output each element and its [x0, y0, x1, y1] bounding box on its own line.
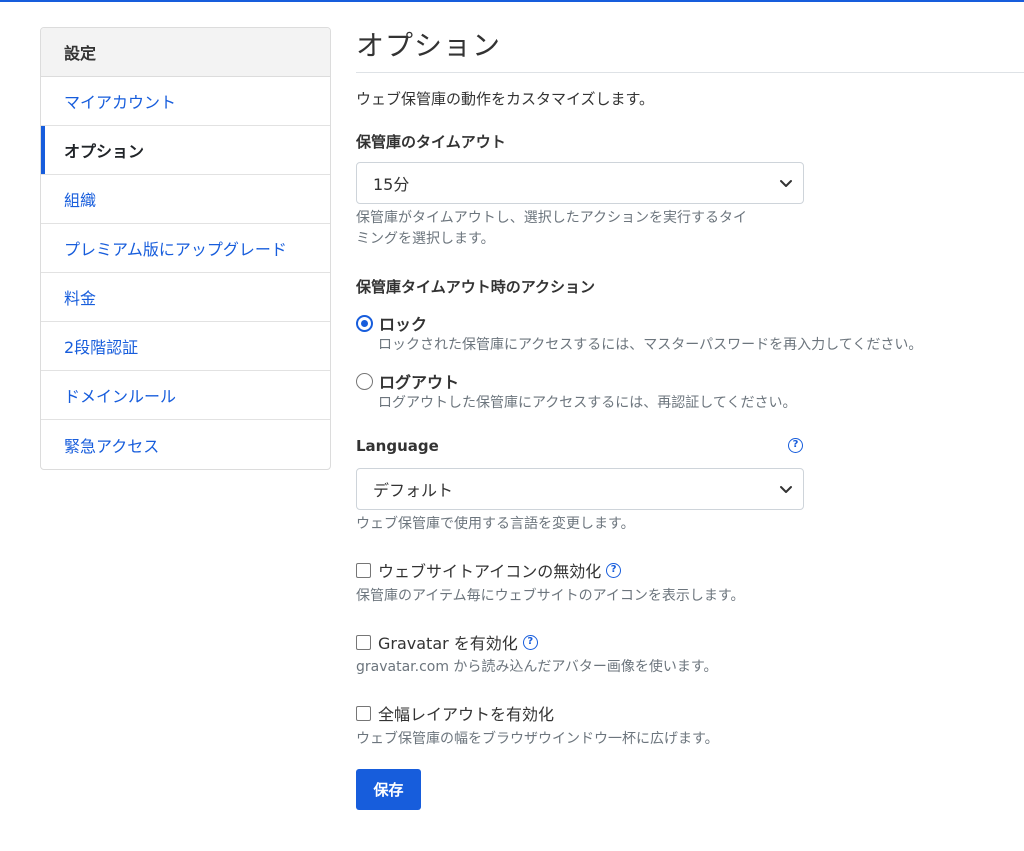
- sidebar-item-my-account[interactable]: マイアカウント: [41, 77, 330, 126]
- radio-logout[interactable]: ログアウト: [356, 369, 459, 393]
- settings-sidebar: 設定 マイアカウント オプション 組織 プレミアム版にアップグレード 料金 2段…: [40, 27, 331, 470]
- full-width-checkbox[interactable]: [356, 705, 371, 721]
- question-circle-icon[interactable]: ?: [606, 562, 622, 578]
- timeout-action-label: 保管庫タイムアウト時のアクション: [356, 278, 595, 296]
- language-label: Language: [356, 437, 439, 455]
- question-circle-icon[interactable]: ?: [788, 438, 803, 453]
- page-intro: ウェブ保管庫の動作をカスタマイズします。: [356, 90, 655, 108]
- chevron-down-icon: [780, 180, 792, 187]
- sidebar-item-two-step-login[interactable]: 2段階認証: [41, 322, 330, 371]
- sidebar-item-emergency-access[interactable]: 緊急アクセス: [41, 420, 330, 469]
- full-width-label: 全幅レイアウトを有効化: [378, 705, 555, 724]
- radio-lock-label: ロック: [379, 315, 428, 334]
- disable-icons-checkbox[interactable]: [356, 562, 371, 578]
- sidebar-item-options[interactable]: オプション: [41, 126, 330, 175]
- vault-timeout-help: 保管庫がタイムアウトし、選択したアクションを実行するタイ ミングを選択します。: [356, 208, 747, 250]
- gravatar-label: Gravatar を有効化: [378, 634, 518, 653]
- language-value: デフォルト: [373, 481, 454, 500]
- sidebar-item-organizations[interactable]: 組織: [41, 175, 330, 224]
- gravatar-option[interactable]: Gravatar を有効化 ?: [356, 630, 538, 654]
- disable-icons-label: ウェブサイトアイコンの無効化: [378, 562, 602, 581]
- disable-icons-help: 保管庫のアイテム毎にウェブサイトのアイコンを表示します。: [356, 588, 745, 604]
- disable-icons-option[interactable]: ウェブサイトアイコンの無効化 ?: [356, 558, 622, 582]
- save-button[interactable]: 保存: [356, 769, 421, 810]
- full-width-option[interactable]: 全幅レイアウトを有効化: [356, 701, 554, 725]
- vault-timeout-value: 15分: [373, 175, 410, 194]
- radio-lock[interactable]: ロック: [356, 311, 427, 335]
- radio-logout-label: ログアウト: [379, 373, 460, 392]
- radio-logout-input[interactable]: [356, 372, 373, 390]
- sidebar-item-domain-rules[interactable]: ドメインルール: [41, 371, 330, 420]
- page-title: オプション: [356, 29, 502, 62]
- radio-lock-help: ロックされた保管庫にアクセスするには、マスターパスワードを再入力してください。: [378, 337, 923, 353]
- gravatar-help: gravatar.com から読み込んだアバター画像を使います。: [356, 659, 718, 675]
- radio-logout-help: ログアウトした保管庫にアクセスするには、再認証してください。: [378, 395, 797, 411]
- chevron-down-icon: [780, 486, 792, 493]
- question-circle-icon[interactable]: ?: [522, 634, 538, 650]
- vault-timeout-label: 保管庫のタイムアウト: [356, 133, 506, 151]
- vault-timeout-help-line1: 保管庫がタイムアウトし、選択したアクションを実行するタイ: [356, 210, 748, 226]
- vault-timeout-help-line2: ミングを選択します。: [356, 231, 495, 247]
- full-width-help: ウェブ保管庫の幅をブラウザウインドウ一杯に広げます。: [356, 731, 719, 747]
- gravatar-checkbox[interactable]: [356, 634, 371, 650]
- sidebar-item-premium-upgrade[interactable]: プレミアム版にアップグレード: [41, 224, 330, 273]
- language-help: ウェブ保管庫で使用する言語を変更します。: [356, 516, 635, 532]
- top-accent-line: [0, 0, 1024, 2]
- radio-lock-input[interactable]: [356, 314, 373, 332]
- vault-timeout-select[interactable]: 15分: [356, 162, 804, 204]
- sidebar-item-billing[interactable]: 料金: [41, 273, 330, 322]
- title-divider: [356, 72, 1024, 73]
- language-select[interactable]: デフォルト: [356, 468, 804, 510]
- sidebar-header: 設定: [41, 28, 330, 77]
